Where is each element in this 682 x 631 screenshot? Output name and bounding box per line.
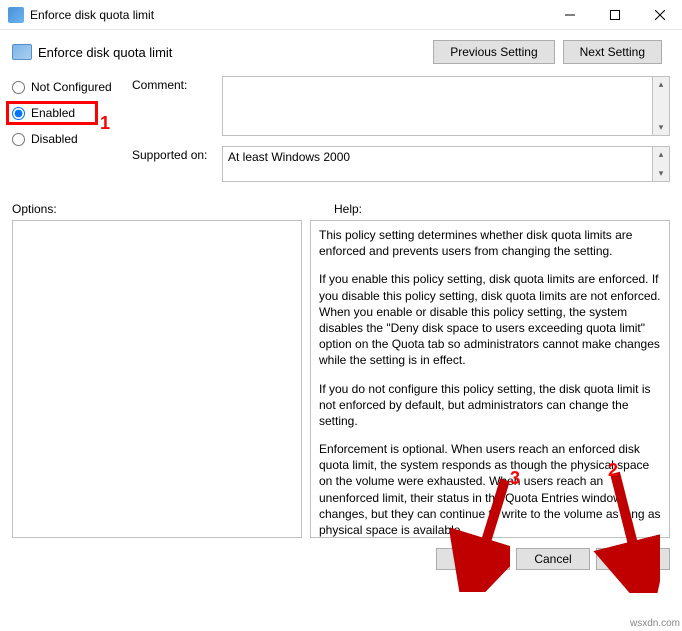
comment-label: Comment: (132, 76, 222, 92)
help-paragraph: If you enable this policy setting, disk … (319, 271, 665, 368)
close-button[interactable] (637, 0, 682, 30)
minimize-button[interactable] (547, 0, 592, 30)
help-paragraph: Enforcement is optional. When users reac… (319, 441, 665, 538)
help-paragraph: This policy setting determines whether d… (319, 227, 665, 259)
annotation-1: 1 (100, 113, 110, 134)
previous-setting-button[interactable]: Previous Setting (433, 40, 554, 64)
supported-label: Supported on: (132, 146, 222, 162)
watermark: wsxdn.com (630, 618, 680, 629)
apply-button[interactable]: Apply (596, 548, 670, 570)
radio-enabled[interactable]: Enabled (12, 106, 132, 120)
radio-enabled-input[interactable] (12, 107, 25, 120)
subtitle-row: Enforce disk quota limit Previous Settin… (0, 30, 682, 68)
policy-icon (12, 44, 32, 60)
next-setting-button[interactable]: Next Setting (563, 40, 662, 64)
cancel-button[interactable]: Cancel (516, 548, 590, 570)
footer: OK Cancel Apply (0, 538, 682, 580)
radio-column: Not Configured Enabled Disabled (12, 76, 132, 192)
comment-textarea[interactable] (222, 76, 653, 136)
policy-title: Enforce disk quota limit (38, 45, 433, 60)
radio-label: Enabled (31, 106, 75, 120)
radio-not-configured-input[interactable] (12, 81, 25, 94)
window-title: Enforce disk quota limit (30, 8, 547, 22)
help-paragraph: If you do not configure this policy sett… (319, 381, 665, 430)
titlebar: Enforce disk quota limit (0, 0, 682, 30)
options-label: Options: (12, 202, 334, 216)
radio-not-configured[interactable]: Not Configured (12, 80, 132, 94)
radio-label: Not Configured (31, 80, 112, 94)
help-box[interactable]: This policy setting determines whether d… (310, 220, 670, 538)
supported-field: At least Windows 2000 (222, 146, 653, 182)
annotation-2: 2 (608, 460, 618, 481)
annotation-3: 3 (510, 468, 520, 489)
options-box (12, 220, 302, 538)
comment-scrollbar[interactable]: ▴▾ (653, 76, 670, 136)
radio-disabled[interactable]: Disabled (12, 132, 132, 146)
app-icon (8, 7, 24, 23)
maximize-button[interactable] (592, 0, 637, 30)
supported-scrollbar[interactable]: ▴▾ (653, 146, 670, 182)
help-label: Help: (334, 202, 670, 216)
window-controls (547, 0, 682, 30)
radio-disabled-input[interactable] (12, 133, 25, 146)
ok-button[interactable]: OK (436, 548, 510, 570)
radio-label: Disabled (31, 132, 78, 146)
